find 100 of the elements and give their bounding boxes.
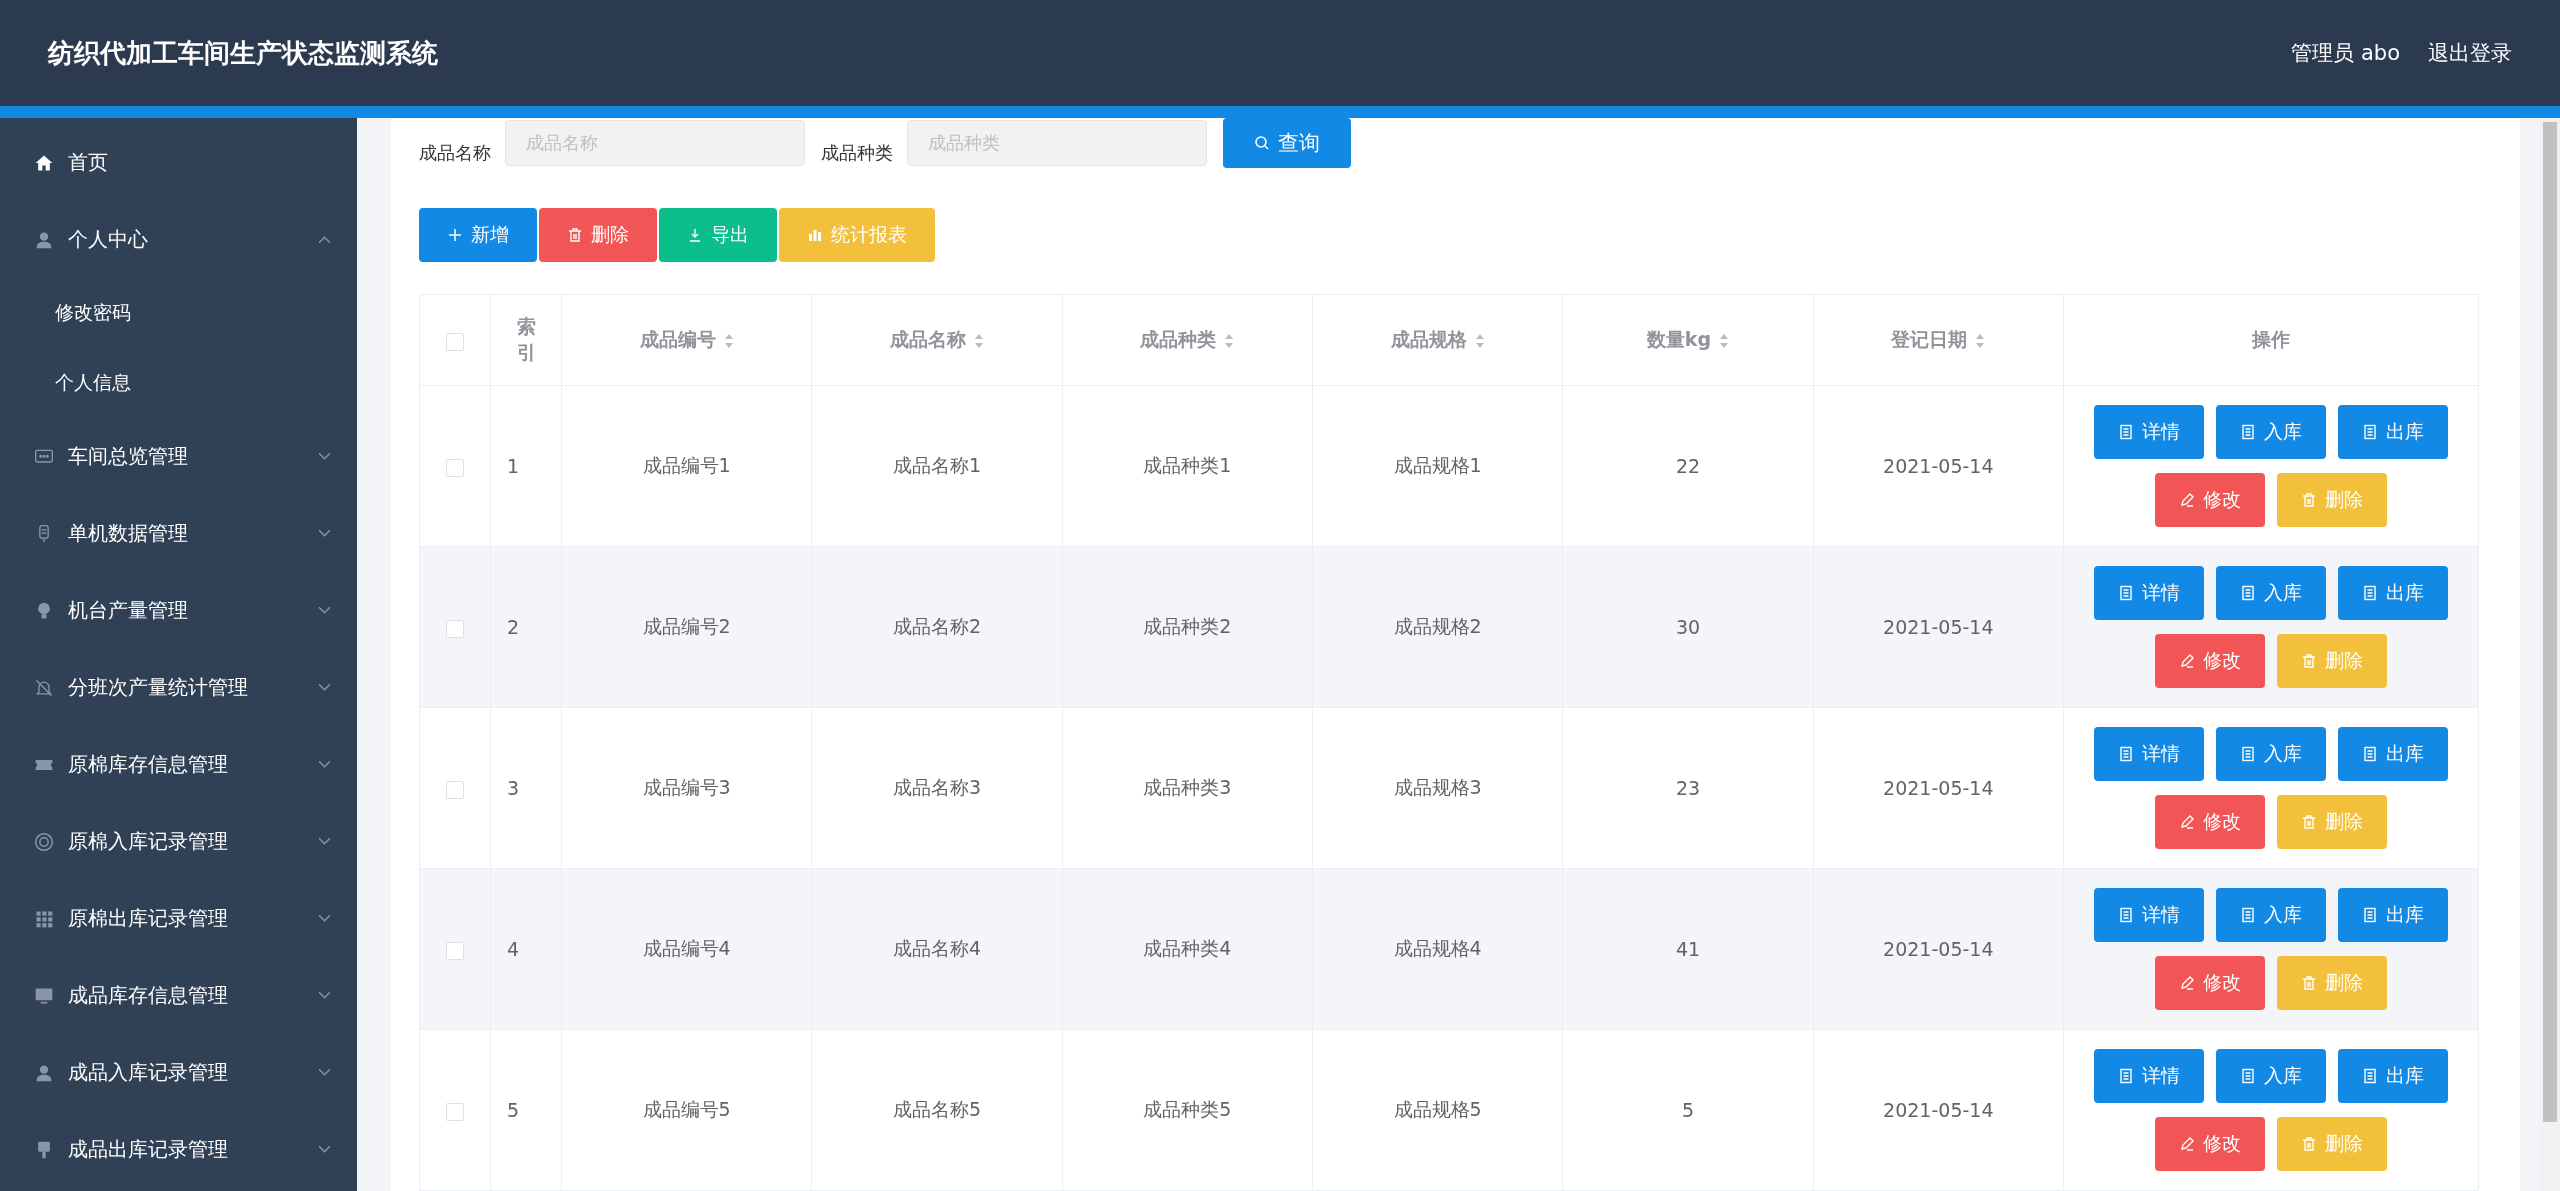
scrollbar[interactable] [2540, 118, 2560, 1191]
search-button[interactable]: 查询 [1223, 118, 1351, 168]
table-cell: 成品种类3 [1143, 776, 1232, 798]
document-button[interactable]: 入库 [2216, 1049, 2326, 1103]
sort-icon[interactable] [1224, 332, 1235, 349]
sidebar-item[interactable]: 个人中心 [0, 201, 357, 278]
select-all-checkbox[interactable] [446, 332, 464, 351]
column-header[interactable]: 成品规格 [1312, 294, 1563, 386]
download-icon [687, 227, 703, 243]
document-button[interactable]: 入库 [2216, 888, 2326, 942]
document-icon [2118, 746, 2134, 762]
sidebar-item[interactable]: 机台产量管理 [0, 572, 357, 649]
row-checkbox[interactable] [446, 941, 464, 960]
column-header[interactable]: 登记日期 [1813, 294, 2064, 386]
document-button[interactable]: 出库 [2338, 888, 2448, 942]
column-header[interactable]: 成品种类 [1062, 294, 1313, 386]
document-icon [2118, 1068, 2134, 1084]
add-button[interactable]: 新增 [419, 208, 537, 262]
sort-icon[interactable] [974, 332, 984, 349]
bar-chart-icon [807, 227, 823, 243]
system-title: 纺织代加工车间生产状态监测系统 [48, 36, 438, 70]
document-button[interactable]: 出库 [2338, 727, 2448, 781]
delete-button[interactable]: 删除 [539, 208, 657, 262]
document-icon [2240, 585, 2256, 601]
table-cell: 成品名称4 [892, 937, 982, 959]
table-cell: 2021-05-14 [1883, 777, 1994, 799]
document-button[interactable]: 出库 [2338, 1049, 2448, 1103]
logout-link[interactable]: 退出登录 [2428, 39, 2512, 67]
edit-button[interactable]: 修改 [2155, 1117, 2265, 1171]
sidebar-subitem[interactable]: 个人信息 [0, 348, 357, 418]
document-button[interactable]: 详情 [2094, 405, 2204, 459]
table-cell: 1 [507, 455, 520, 477]
sidebar-item[interactable]: 成品库存信息管理 [0, 957, 357, 1034]
column-header[interactable]: 数量kg [1562, 294, 1814, 386]
table-cell: 成品编号4 [642, 937, 731, 959]
sort-icon[interactable] [723, 332, 734, 349]
edit-button[interactable]: 修改 [2155, 795, 2265, 849]
document-icon [2240, 1068, 2256, 1084]
table-cell: 5 [507, 1099, 520, 1121]
document-button[interactable]: 出库 [2338, 566, 2448, 620]
column-header[interactable]: 成品名称 [811, 294, 1063, 386]
table-cell: 成品名称2 [892, 615, 982, 637]
sidebar-item[interactable]: 成品入库记录管理 [0, 1034, 357, 1111]
table-cell: 成品名称1 [892, 454, 982, 476]
trash-icon [2301, 492, 2317, 508]
pencil-icon [2179, 814, 2195, 830]
document-button[interactable]: 详情 [2094, 888, 2204, 942]
sidebar-item[interactable]: 原棉出库记录管理 [0, 880, 357, 957]
document-icon [2118, 424, 2134, 440]
document-button[interactable]: 入库 [2216, 566, 2326, 620]
sort-icon[interactable] [1719, 332, 1730, 349]
edit-button[interactable]: 修改 [2155, 473, 2265, 527]
trash-icon [2301, 1136, 2317, 1152]
document-button[interactable]: 出库 [2338, 405, 2448, 459]
document-icon [2240, 746, 2256, 762]
sidebar-subitem[interactable]: 修改密码 [0, 278, 357, 348]
table-cell: 成品规格3 [1393, 776, 1482, 798]
sort-icon[interactable] [1474, 332, 1485, 349]
edit-button[interactable]: 修改 [2155, 634, 2265, 688]
sidebar-item[interactable]: 分班次产量统计管理 [0, 649, 357, 726]
sidebar-item[interactable]: 成品出库记录管理 [0, 1111, 357, 1188]
field-label: 成品名称 [419, 141, 491, 165]
table-cell: 成品种类4 [1143, 937, 1232, 959]
sidebar-item[interactable]: 单机数据管理 [0, 495, 357, 572]
table-cell: 成品名称3 [892, 776, 982, 798]
sort-icon[interactable] [1975, 332, 1986, 349]
table-cell: 2021-05-14 [1883, 1099, 1994, 1121]
column-header: 操作 [2063, 294, 2479, 386]
table-cell: 成品种类5 [1143, 1098, 1232, 1120]
bell-off-icon [34, 677, 54, 698]
document-button[interactable]: 入库 [2216, 405, 2326, 459]
table-cell: 2021-05-14 [1883, 938, 1994, 960]
table-cell: 5 [1681, 1099, 1694, 1121]
row-checkbox[interactable] [446, 780, 464, 799]
document-icon [2240, 907, 2256, 923]
table-cell: 22 [1675, 455, 1701, 477]
sidebar-item[interactable]: 原棉入库记录管理 [0, 803, 357, 880]
document-button[interactable]: 详情 [2094, 727, 2204, 781]
export-button[interactable]: 导出 [659, 208, 777, 262]
row-checkbox[interactable] [446, 1102, 464, 1121]
field-label: 成品种类 [821, 141, 893, 165]
document-button[interactable]: 入库 [2216, 727, 2326, 781]
user-name: 管理员 abo [2291, 40, 2400, 67]
edit-button[interactable]: 修改 [2155, 956, 2265, 1010]
sidebar-item[interactable]: 车间总览管理 [0, 418, 357, 495]
table-cell: 成品名称5 [892, 1098, 982, 1120]
sidebar-item[interactable]: 原棉库存信息管理 [0, 726, 357, 803]
row-checkbox[interactable] [446, 619, 464, 638]
document-icon [2240, 424, 2256, 440]
column-header[interactable]: 成品编号 [561, 294, 812, 386]
table-cell: 23 [1675, 777, 1701, 799]
table-cell: 成品编号5 [642, 1098, 731, 1120]
row-checkbox[interactable] [446, 458, 464, 477]
sidebar-item[interactable]: 首页 [0, 124, 357, 201]
document-button[interactable]: 详情 [2094, 566, 2204, 620]
document-button[interactable]: 详情 [2094, 1049, 2204, 1103]
pencil-icon [2179, 653, 2195, 669]
search-icon [1254, 135, 1270, 151]
document-icon [2362, 907, 2378, 923]
column-header: 索引 [490, 294, 562, 386]
